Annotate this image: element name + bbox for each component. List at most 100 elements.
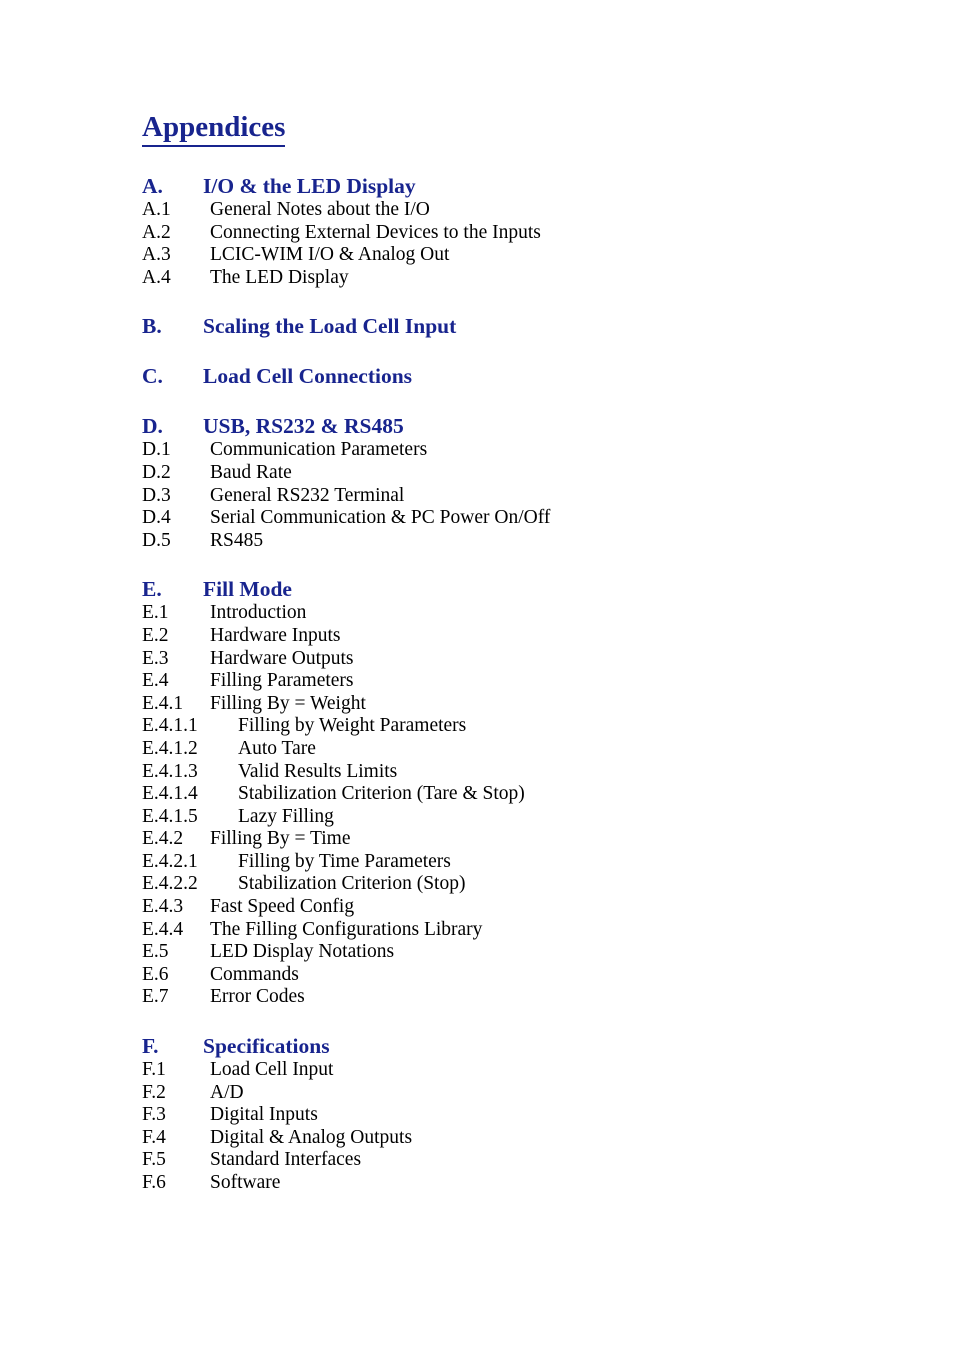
toc-entry[interactable]: E.4.2.2 Stabilization Criterion (Stop) (142, 873, 842, 896)
section-heading[interactable]: F. Specifications (142, 1033, 842, 1059)
toc-entry[interactable]: A.3 LCIC-WIM I/O & Analog Out (142, 244, 842, 267)
appendix-section: A. I/O & the LED Display A.1 General Notes … (142, 173, 842, 289)
toc-entry[interactable]: E.5 LED Display Notations (142, 941, 842, 964)
document-page: Appendices A. I/O & the LED Display A.1 Gen… (0, 0, 954, 1351)
toc-entry-text: Stabilization Criterion (Stop) (238, 873, 466, 895)
toc-entry[interactable]: E.4 Filling Parameters (142, 670, 842, 693)
toc-entry-label: E.4.1.4 (142, 783, 198, 805)
toc-entry-text: Filling by Time Parameters (238, 850, 451, 872)
toc-entry-text: Introduction (210, 602, 307, 624)
toc-entry[interactable]: E.4.1.4 Stabilization Criterion (Tare & S… (142, 783, 842, 806)
section-entry-list: E.1 Introduction E.2 Hardware Inputs E.3 Hard… (142, 602, 842, 1009)
toc-entry[interactable]: E.7 Error Codes (142, 986, 842, 1009)
toc-entry[interactable]: E.4.1.1 Filling by Weight Parameters (142, 715, 842, 738)
appendices-content: Appendices A. I/O & the LED Display A.1 Gen… (142, 110, 842, 1195)
toc-entry-label: E.4.3 (142, 896, 184, 918)
toc-entry[interactable]: A.1 General Notes about the I/O (142, 199, 842, 222)
section-heading-label: F. (142, 1034, 159, 1059)
toc-entry[interactable]: D.4 Serial Communication & PC Power On/Of… (142, 507, 842, 530)
toc-entry-label: F.3 (142, 1104, 166, 1126)
section-heading[interactable]: B. Scaling the Load Cell Input (142, 313, 842, 339)
toc-entry-text: LCIC-WIM I/O & Analog Out (210, 244, 450, 266)
section-heading[interactable]: D. USB, RS232 & RS485 (142, 413, 842, 439)
toc-entry-text: The LED Display (210, 266, 349, 288)
section-heading[interactable]: C. Load Cell Connections (142, 363, 842, 389)
toc-entry[interactable]: E.3 Hardware Outputs (142, 648, 842, 671)
toc-entry[interactable]: F.4 Digital & Analog Outputs (142, 1127, 842, 1150)
toc-entry-label: E.4.2.1 (142, 850, 198, 872)
section-heading-label: D. (142, 414, 163, 439)
toc-entry[interactable]: D.3 General RS232 Terminal (142, 485, 842, 508)
toc-entry-text: Auto Tare (238, 737, 316, 759)
toc-entry-text: Standard Interfaces (210, 1149, 362, 1171)
toc-entry-label: E.7 (142, 986, 169, 1008)
toc-entry[interactable]: E.4.1.5 Lazy Filling (142, 806, 842, 829)
toc-entry-text: Digital Inputs (210, 1104, 318, 1126)
section-entry-list: A.1 General Notes about the I/O A.2 Connect… (142, 199, 842, 289)
toc-entry[interactable]: E.4.3 Fast Speed Config (142, 896, 842, 919)
toc-entry[interactable]: D.5 RS485 (142, 530, 842, 553)
toc-entry[interactable]: D.2 Baud Rate (142, 462, 842, 485)
toc-entry-label: E.2 (142, 624, 169, 646)
toc-entry[interactable]: F.3 Digital Inputs (142, 1104, 842, 1127)
toc-entry[interactable]: E.2 Hardware Inputs (142, 625, 842, 648)
toc-entry-text: RS485 (210, 529, 264, 551)
toc-entry-label: E.4.1.2 (142, 737, 198, 759)
toc-entry-text: Load Cell Input (210, 1059, 334, 1081)
section-heading-label: B. (142, 314, 162, 339)
section-heading-label: E. (142, 577, 162, 602)
toc-entry-text: Baud Rate (210, 461, 292, 483)
appendix-section: C. Load Cell Connections (142, 363, 842, 389)
toc-entry-label: F.4 (142, 1126, 166, 1148)
toc-entry-label: E.4.1.3 (142, 760, 198, 782)
section-heading[interactable]: A. I/O & the LED Display (142, 173, 842, 199)
toc-entry-text: Filling By = Weight (210, 692, 366, 714)
toc-entry[interactable]: F.6 Software (142, 1172, 842, 1195)
toc-entry[interactable]: E.4.1.2 Auto Tare (142, 738, 842, 761)
toc-entry-text: Lazy Filling (238, 805, 334, 827)
toc-entry-text: General RS232 Terminal (210, 484, 405, 506)
toc-entry-label: D.3 (142, 484, 171, 506)
toc-entry[interactable]: E.4.4 The Filling Configurations Library (142, 919, 842, 942)
toc-entry-text: Filling by Weight Parameters (238, 715, 467, 737)
section-entry-list: D.1 Communication Parameters D.2 Baud Rate D… (142, 439, 842, 552)
appendix-section: F. Specifications F.1 Load Cell Input F.2 A/D… (142, 1033, 842, 1195)
toc-entry[interactable]: E.6 Commands (142, 964, 842, 987)
section-heading-title: Load Cell Connections (203, 364, 413, 389)
toc-entry-label: D.5 (142, 529, 171, 551)
toc-entry[interactable]: A.2 Connecting External Devices to the In… (142, 222, 842, 245)
toc-entry[interactable]: E.4.2.1 Filling by Time Parameters (142, 851, 842, 874)
toc-entry[interactable]: F.1 Load Cell Input (142, 1059, 842, 1082)
toc-entry-text: A/D (210, 1081, 244, 1103)
toc-entry-text: Commands (210, 963, 299, 985)
appendix-section: B. Scaling the Load Cell Input (142, 313, 842, 339)
toc-entry-label: E.4.1.5 (142, 805, 198, 827)
toc-entry-text: Digital & Analog Outputs (210, 1126, 413, 1148)
section-heading-title: I/O & the LED Display (203, 174, 416, 198)
section-heading[interactable]: E. Fill Mode (142, 576, 842, 602)
section-heading-title: Scaling the Load Cell Input (203, 314, 457, 339)
section-heading-label: A. (142, 174, 163, 198)
toc-entry[interactable]: E.1 Introduction (142, 602, 842, 625)
appendix-section: E. Fill Mode E.1 Introduction E.2 Hardware In… (142, 576, 842, 1009)
toc-entry-label: E.4.2.2 (142, 873, 198, 895)
toc-entry-label: E.4.1 (142, 692, 184, 714)
toc-entry[interactable]: D.1 Communication Parameters (142, 439, 842, 462)
section-heading-title: Fill Mode (203, 577, 292, 602)
toc-entry-label: E.4.1.1 (142, 715, 198, 737)
appendix-sections: A. I/O & the LED Display A.1 General Notes … (142, 173, 842, 1195)
appendix-section: D. USB, RS232 & RS485 D.1 Communication Par… (142, 413, 842, 552)
toc-entry[interactable]: A.4 The LED Display (142, 267, 842, 290)
toc-entry-text: Filling By = Time (210, 828, 351, 850)
toc-entry-text: Communication Parameters (210, 439, 428, 461)
section-heading-title: USB, RS232 & RS485 (203, 414, 404, 439)
toc-entry[interactable]: E.4.1 Filling By = Weight (142, 693, 842, 716)
toc-entry-text: Valid Results Limits (238, 760, 398, 782)
toc-entry-label: F.2 (142, 1081, 166, 1103)
toc-entry[interactable]: E.4.1.3 Valid Results Limits (142, 761, 842, 784)
toc-entry[interactable]: E.4.2 Filling By = Time (142, 828, 842, 851)
toc-entry-label: E.5 (142, 941, 169, 963)
toc-entry[interactable]: F.5 Standard Interfaces (142, 1149, 842, 1172)
section-heading-label: C. (142, 364, 163, 389)
toc-entry[interactable]: F.2 A/D (142, 1082, 842, 1105)
